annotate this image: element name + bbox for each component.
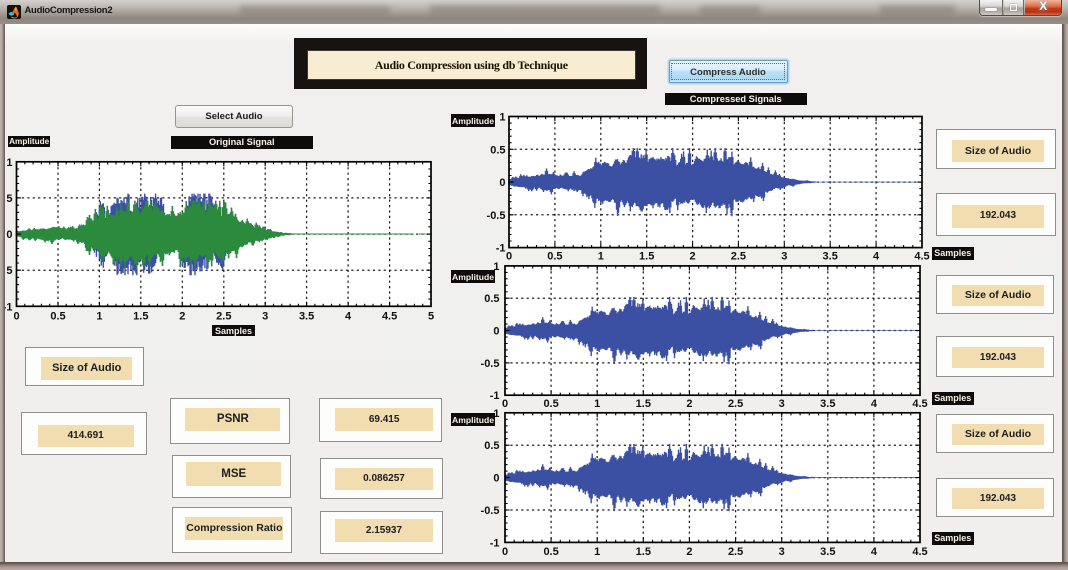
- svg-text:3.5: 3.5: [820, 398, 835, 410]
- svg-text:1: 1: [493, 408, 499, 420]
- svg-text:3: 3: [779, 546, 785, 558]
- svg-text:4.5: 4.5: [382, 311, 397, 323]
- svg-text:4.5: 4.5: [914, 251, 929, 263]
- svg-text:2.5: 2.5: [728, 398, 743, 410]
- svg-text:3: 3: [262, 311, 268, 323]
- svg-text:5: 5: [6, 193, 12, 205]
- svg-text:2: 2: [686, 398, 692, 410]
- svg-text:0.5: 0.5: [50, 311, 65, 323]
- svg-text:1.5: 1.5: [133, 311, 148, 323]
- svg-text:3: 3: [781, 251, 787, 263]
- svg-text:2: 2: [179, 311, 185, 323]
- svg-text:1: 1: [594, 398, 600, 410]
- svg-text:4: 4: [871, 546, 878, 558]
- svg-text:3.5: 3.5: [299, 311, 314, 323]
- svg-text:2: 2: [690, 251, 696, 263]
- svg-text:1: 1: [493, 261, 499, 273]
- svg-text:3.5: 3.5: [820, 546, 835, 558]
- svg-text:1: 1: [96, 311, 102, 323]
- svg-text:-0.5: -0.5: [481, 358, 500, 370]
- svg-text:0.5: 0.5: [543, 398, 558, 410]
- svg-text:0: 0: [493, 326, 499, 338]
- svg-text:1: 1: [598, 251, 604, 263]
- svg-text:2.5: 2.5: [728, 546, 743, 558]
- svg-text:0: 0: [502, 546, 508, 558]
- svg-text:0: 0: [13, 311, 19, 323]
- svg-text:0: 0: [499, 177, 505, 189]
- svg-text:4: 4: [871, 398, 878, 410]
- svg-text:2.5: 2.5: [216, 311, 231, 323]
- svg-text:1: 1: [594, 546, 600, 558]
- svg-text:-1: -1: [496, 243, 506, 255]
- svg-text:0: 0: [6, 229, 12, 241]
- svg-text:1: 1: [6, 157, 12, 169]
- svg-text:3: 3: [779, 398, 785, 410]
- svg-text:0.5: 0.5: [484, 440, 499, 452]
- svg-text:0.5: 0.5: [490, 144, 505, 156]
- svg-text:4: 4: [873, 251, 880, 263]
- svg-text:-1: -1: [490, 537, 500, 549]
- svg-text:1.5: 1.5: [639, 251, 654, 263]
- svg-text:1.5: 1.5: [636, 398, 651, 410]
- svg-text:5: 5: [6, 265, 12, 277]
- svg-text:0.5: 0.5: [547, 251, 562, 263]
- svg-text:1: 1: [499, 112, 505, 124]
- svg-text:4.5: 4.5: [912, 546, 927, 558]
- svg-text:-0.5: -0.5: [487, 210, 506, 222]
- svg-text:2.5: 2.5: [731, 251, 746, 263]
- svg-text:-1: -1: [490, 390, 500, 402]
- svg-text:0: 0: [506, 251, 512, 263]
- svg-text:1.5: 1.5: [636, 546, 651, 558]
- svg-text:-0.5: -0.5: [481, 505, 500, 517]
- svg-text:0: 0: [502, 398, 508, 410]
- svg-text:2: 2: [686, 546, 692, 558]
- svg-text:0: 0: [493, 473, 499, 485]
- svg-text:4.5: 4.5: [912, 398, 927, 410]
- svg-text:3.5: 3.5: [823, 251, 838, 263]
- svg-text:5: 5: [428, 311, 434, 323]
- svg-text:4: 4: [345, 311, 352, 323]
- svg-text:0.5: 0.5: [484, 293, 499, 305]
- svg-text:0.5: 0.5: [543, 546, 558, 558]
